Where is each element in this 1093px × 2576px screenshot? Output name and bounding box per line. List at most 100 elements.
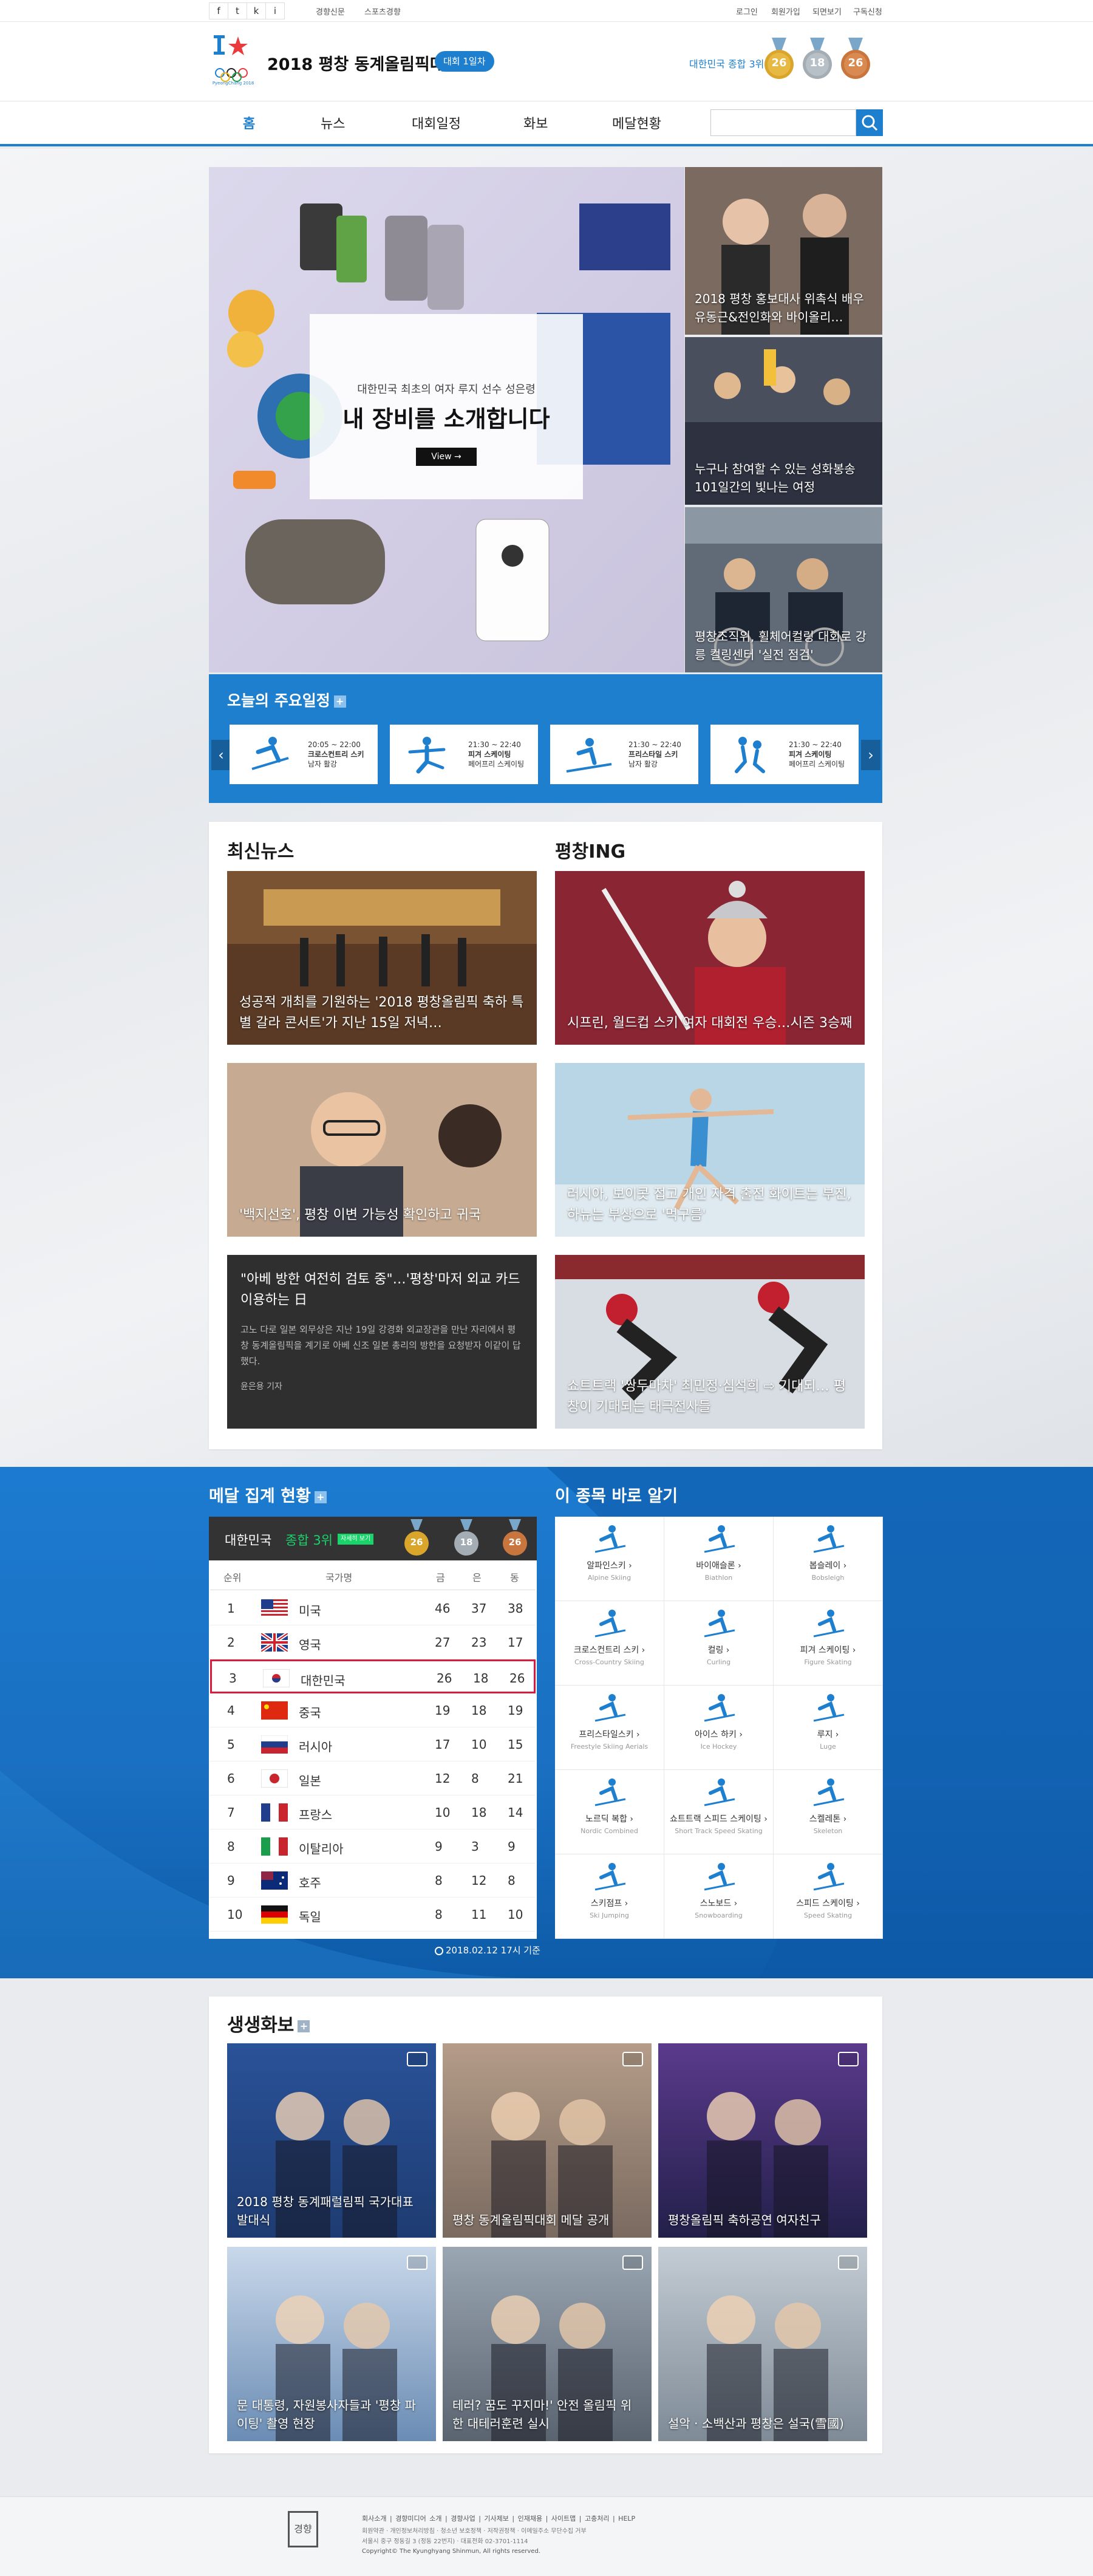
gallery-item[interactable]: 평창 동계올림픽대회 메달 공개 xyxy=(443,2043,652,2238)
subscribe-link[interactable]: 구독신청 xyxy=(853,5,882,17)
pcing-item[interactable]: 러시아, 보이콧 접고 개인 자격 출전 화이트는 부진, 하뉴는 부상으로 '… xyxy=(555,1063,865,1237)
sport-item[interactable]: 스키점프 › Ski Jumping xyxy=(555,1854,664,1939)
silver-cell: 12 xyxy=(471,1873,487,1888)
bronze-cell: 8 xyxy=(508,1873,516,1888)
medal-row: 2 영국 27 23 17 xyxy=(210,1625,536,1659)
rank-cell: 4 xyxy=(227,1703,235,1718)
nav-home[interactable]: 홈 xyxy=(243,113,255,132)
instagram-icon[interactable]: i xyxy=(265,2,285,19)
bronze-cell: 10 xyxy=(508,1907,523,1922)
gallery-item[interactable]: 2018 평창 동계패럴림픽 국가대표 발대식 xyxy=(227,2043,436,2238)
login-link[interactable]: 로그인 xyxy=(736,5,758,17)
schedule-more-icon[interactable]: + xyxy=(333,695,346,708)
schedule-next-button[interactable]: › xyxy=(861,740,880,770)
sport-item[interactable]: 쇼트트랙 스피드 스케이팅 › Short Track Speed Skating xyxy=(664,1770,774,1854)
country-cell: 이탈리아 xyxy=(299,1842,344,1856)
alpine-skiing-icon xyxy=(594,1525,625,1553)
sport-name: 크로스컨트리 스키 › xyxy=(573,1645,645,1655)
pcing-item[interactable]: 쇼트트랙 '쌍두마차' 최민정·심석희 ⇨ 기대되… 평창이 기대되는 태극전사… xyxy=(555,1255,865,1429)
rank-cell: 6 xyxy=(227,1771,235,1786)
gold-count: 26 xyxy=(771,56,787,69)
hero-side-3[interactable]: 평창조직위, 휠체어컬링 대회로 강릉 컬링센터 '실전 점검' xyxy=(685,507,882,672)
sport-item[interactable]: 알파인스키 › Alpine Skiing xyxy=(555,1517,664,1601)
schedule-prev-button[interactable]: ‹ xyxy=(211,740,231,770)
view-link[interactable]: 되면보기 xyxy=(812,5,842,17)
link-kyunghyang[interactable]: 경향신문 xyxy=(316,5,345,17)
gallery-item[interactable]: 문 대통령, 자원봉사자들과 '평창 파이팅' 촬영 현장 xyxy=(227,2247,436,2441)
bronze-cell: 21 xyxy=(508,1771,523,1786)
news-text-item[interactable]: "아베 방한 여전히 검토 중"…'평창'마저 외교 카드 이용하는 日 고노 … xyxy=(227,1255,537,1429)
gallery-item[interactable]: 설악 · 소백산과 평창은 설국(雪國) xyxy=(658,2247,867,2441)
footer-logo[interactable]: 경향 xyxy=(288,2511,318,2547)
sport-item[interactable]: 프리스타일스키 › Freestyle Skiing Aerials xyxy=(555,1686,664,1770)
flag-icon xyxy=(261,1769,288,1788)
footer-links[interactable]: 회사소개 | 경향미디어 소개 | 경향사업 | 기사제보 | 인재채용 | 사… xyxy=(362,2513,635,2523)
news-item[interactable]: '백지선호', 평창 이변 가능성 확인하고 귀국 xyxy=(227,1063,537,1237)
pcing-item-caption: 쇼트트랙 '쌍두마차' 최민정·심석희 ⇨ 기대되… 평창이 기대되는 태극전사… xyxy=(567,1379,846,1415)
sport-item[interactable]: 스피드 스케이팅 › Speed Skating xyxy=(774,1854,883,1939)
sport-item[interactable]: 노르딕 복합 › Nordic Combined xyxy=(555,1770,664,1854)
twitter-icon[interactable]: t xyxy=(228,2,247,19)
col-bronze: 동 xyxy=(510,1572,519,1584)
nav-medals[interactable]: 메달현황 xyxy=(612,113,661,132)
flag-icon xyxy=(261,1633,288,1652)
sport-item[interactable]: 바이애슬론 › Biathlon xyxy=(664,1517,774,1601)
sport-item[interactable]: 컬링 › Curling xyxy=(664,1601,774,1686)
sport-item[interactable]: 크로스컨트리 스키 › Cross-Country Skiing xyxy=(555,1601,664,1686)
sport-name: 봅슬레이 › xyxy=(809,1561,847,1571)
gallery-more-icon[interactable]: + xyxy=(298,2020,310,2032)
medal-more-icon[interactable]: + xyxy=(314,1491,327,1503)
sport-item[interactable]: 루지 › Luge xyxy=(774,1686,883,1770)
news-item[interactable]: 성공적 개최를 기원하는 '2018 평창올림픽 축하 특별 갈라 콘서트'가 … xyxy=(227,871,537,1045)
nav-news[interactable]: 뉴스 xyxy=(321,113,345,132)
cross-country-icon xyxy=(594,1610,625,1638)
camera-icon xyxy=(838,2052,859,2066)
camera-icon xyxy=(838,2255,859,2270)
nav-photos[interactable]: 화보 xyxy=(523,113,548,132)
sport-name: 바이애슬론 › xyxy=(696,1561,741,1571)
gallery-caption: 테러? 꿈도 꾸지마!' 안전 올림픽 위한 대테러훈련 실시 xyxy=(452,2398,632,2431)
facebook-icon[interactable]: f xyxy=(209,2,228,19)
gallery-caption: 평창올림픽 축하공연 여자친구 xyxy=(668,2213,821,2227)
sport-item[interactable]: 아이스 하키 › Ice Hockey xyxy=(664,1686,774,1770)
sport-item[interactable]: 스노보드 › Snowboarding xyxy=(664,1854,774,1939)
sport-item[interactable]: 스켈레톤 › Skeleton xyxy=(774,1770,883,1854)
schedule-item[interactable]: 21:30 ~ 22:40 피겨 스케이팅 페어프리 스케이팅 xyxy=(710,725,859,784)
kakao-icon[interactable]: k xyxy=(247,2,266,19)
medal-row: 7 프랑스 10 18 14 xyxy=(210,1795,536,1830)
hero-side-3-caption: 평창조직위, 휠체어컬링 대회로 강릉 컬링센터 '실전 점검' xyxy=(695,629,867,662)
hero-view-button[interactable]: View → xyxy=(416,448,477,466)
nordic-combined-icon xyxy=(594,1778,625,1806)
schedule-item[interactable]: 20:05 ~ 22:00 크로스컨트리 스키 남자 활강 xyxy=(230,725,378,784)
search-button[interactable] xyxy=(856,109,883,136)
sport-item[interactable]: 봅슬레이 › Bobsleigh xyxy=(774,1517,883,1601)
flag-icon xyxy=(261,1701,288,1720)
latest-news-title: 최신뉴스 xyxy=(227,841,295,863)
gallery-caption: 문 대통령, 자원봉사자들과 '평창 파이팅' 촬영 현장 xyxy=(237,2398,416,2431)
signup-link[interactable]: 회원가입 xyxy=(771,5,800,17)
pcing-item-caption: 시프린, 월드컵 스키 여자 대회전 우승…시즌 3승째 xyxy=(567,1016,853,1031)
silver-cell: 18 xyxy=(471,1703,487,1718)
hero-side-2[interactable]: 누구나 참여할 수 있는 성화봉송 101일간의 빛나는 여정 xyxy=(685,337,882,505)
search-input[interactable] xyxy=(710,109,856,136)
gallery-item[interactable]: 테러? 꿈도 꾸지마!' 안전 올림픽 위한 대테러훈련 실시 xyxy=(443,2247,652,2441)
sport-item[interactable]: 피겨 스케이팅 › Figure Skating xyxy=(774,1601,883,1686)
schedule-item[interactable]: 21:30 ~ 22:40 프리스타일 스키 남자 활강 xyxy=(550,725,698,784)
medal-row: 10 독일 8 11 10 xyxy=(210,1898,536,1932)
hero-main[interactable]: 대한민국 최초의 여자 루지 선수 성은령 내 장비를 소개합니다 View → xyxy=(209,167,684,672)
pcing-item[interactable]: 시프린, 월드컵 스키 여자 대회전 우승…시즌 3승째 xyxy=(555,871,865,1045)
pyeongchang-logo[interactable] xyxy=(209,33,254,87)
rank-cell: 2 xyxy=(227,1635,235,1650)
medal-detail-badge[interactable]: 자세히 보기 xyxy=(338,1534,374,1545)
sport-name-en: Luge xyxy=(820,1743,836,1751)
link-sports-kyunghyang[interactable]: 스포츠경향 xyxy=(364,5,401,17)
nav-schedule[interactable]: 대회일정 xyxy=(412,113,461,132)
gallery-photo xyxy=(707,2092,828,2238)
country-cell: 중국 xyxy=(299,1706,321,1720)
gallery-item[interactable]: 평창올림픽 축하공연 여자친구 xyxy=(658,2043,867,2238)
camera-icon xyxy=(407,2052,427,2066)
sport-name-en: Skeleton xyxy=(813,1827,843,1835)
hero-side-1[interactable]: 2018 평창 홍보대사 위촉식 배우 유동근&전인화와 바이올리… xyxy=(685,167,882,335)
sport-name: 피겨 스케이팅 › xyxy=(800,1645,856,1655)
schedule-item[interactable]: 21:30 ~ 22:40 피겨 스케이팅 페어프리 스케이팅 xyxy=(390,725,538,784)
